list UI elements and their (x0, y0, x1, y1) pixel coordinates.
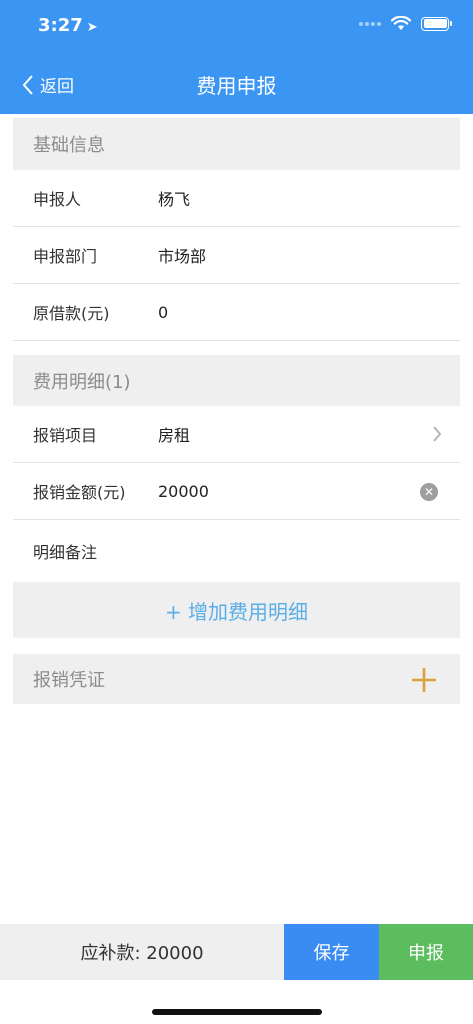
row-detail-note[interactable]: 明细备注 (13, 520, 460, 581)
row-department: 申报部门 市场部 (13, 227, 460, 284)
row-applicant: 申报人 杨飞 (13, 170, 460, 227)
clear-icon[interactable]: ✕ (420, 483, 438, 501)
navigation-header: 3:27 ➤ 返回 费用申报 (0, 0, 473, 114)
row-value: 0 (158, 302, 169, 322)
submit-button[interactable]: 申报 (379, 924, 473, 980)
amount-input[interactable]: 20000 (158, 482, 209, 501)
row-label: 报销项目 (33, 426, 98, 445)
row-label: 原借款(元) (33, 304, 110, 323)
row-value: 房租 (158, 426, 191, 445)
row-label: 申报人 (33, 190, 82, 209)
chevron-right-icon (433, 426, 442, 442)
section-title: 报销凭证 (33, 670, 105, 691)
row-value: 市场部 (158, 247, 207, 266)
page-title: 费用申报 (196, 74, 277, 98)
row-label: 申报部门 (33, 247, 98, 266)
row-expense-amount[interactable]: 报销金额(元) 20000 ✕ (13, 463, 460, 520)
section-expense-detail: 费用明细(1) (13, 355, 460, 406)
section-basic-info: 基础信息 (13, 118, 460, 170)
battery-icon (421, 16, 452, 31)
bottom-action-bar: 应补款: 20000 保存 申报 (0, 924, 473, 980)
row-original-loan: 原借款(元) 0 (13, 284, 460, 341)
row-value: 杨飞 (158, 190, 191, 209)
signal-icon (359, 21, 381, 26)
home-indicator (152, 1009, 322, 1015)
plus-icon[interactable] (410, 666, 438, 694)
location-arrow-icon: ➤ (86, 20, 98, 35)
wifi-icon (391, 16, 411, 30)
amount-due-label: 应补款: 20000 (0, 924, 284, 980)
status-icons (359, 16, 452, 31)
row-label: 明细备注 (33, 542, 98, 562)
section-voucher: 报销凭证 (13, 654, 460, 704)
save-button[interactable]: 保存 (284, 924, 379, 980)
row-label: 报销金额(元) (33, 483, 126, 502)
add-expense-detail-button[interactable]: + 增加费用明细 (13, 582, 460, 638)
row-expense-item[interactable]: 报销项目 房租 (13, 406, 460, 463)
status-time: 3:27 ➤ (38, 15, 98, 36)
